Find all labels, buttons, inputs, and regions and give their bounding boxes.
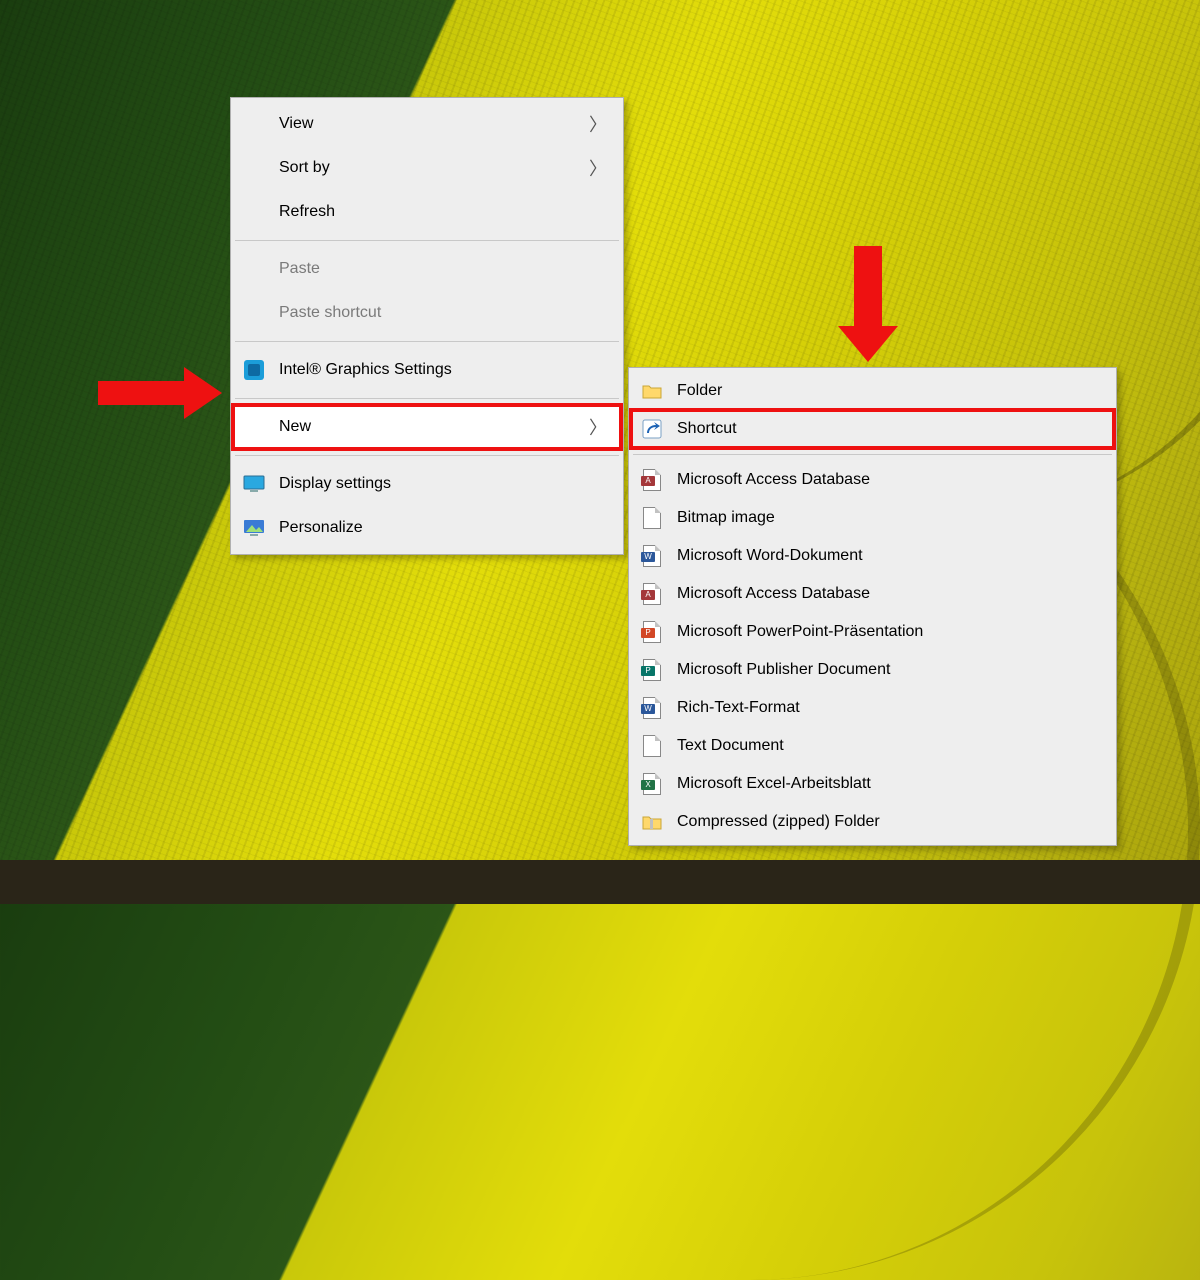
desktop-context-menu: View 〉 Sort by 〉 Refresh Paste Paste sho… [230, 97, 624, 555]
submenu-item-text[interactable]: Text Document [631, 727, 1114, 765]
menu-separator [235, 455, 619, 456]
menu-item-intel-graphics[interactable]: Intel® Graphics Settings [233, 348, 621, 392]
intel-graphics-icon [243, 359, 265, 381]
menu-item-label: Paste [279, 260, 320, 278]
submenu-item-word[interactable]: W Microsoft Word-Dokument [631, 537, 1114, 575]
menu-item-display-settings[interactable]: Display settings [233, 462, 621, 506]
menu-item-label: New [279, 418, 311, 436]
powerpoint-file-icon: P [643, 621, 661, 643]
menu-item-label: Shortcut [677, 420, 737, 438]
menu-separator [633, 454, 1112, 455]
submenu-item-shortcut[interactable]: Shortcut [631, 410, 1114, 448]
chevron-right-icon: 〉 [589, 155, 607, 181]
menu-item-label: Sort by [279, 159, 330, 177]
menu-item-personalize[interactable]: Personalize [233, 506, 621, 550]
annotation-arrow-right [98, 367, 228, 419]
chevron-right-icon: 〉 [589, 414, 607, 440]
new-submenu: Folder Shortcut A Microsoft Access Datab… [628, 367, 1117, 846]
menu-item-label: Microsoft PowerPoint-Präsentation [677, 623, 923, 641]
menu-item-refresh[interactable]: Refresh [233, 190, 621, 234]
submenu-item-folder[interactable]: Folder [631, 372, 1114, 410]
menu-item-paste: Paste [233, 247, 621, 291]
menu-item-paste-shortcut: Paste shortcut [233, 291, 621, 335]
monitor-icon [243, 473, 265, 495]
submenu-item-powerpoint[interactable]: P Microsoft PowerPoint-Präsentation [631, 613, 1114, 651]
menu-item-label: Intel® Graphics Settings [279, 361, 452, 379]
shortcut-icon [641, 418, 663, 440]
menu-item-label: Refresh [279, 203, 335, 221]
menu-item-label: Bitmap image [677, 509, 775, 527]
submenu-item-access-db-2[interactable]: A Microsoft Access Database [631, 575, 1114, 613]
menu-item-label: Display settings [279, 475, 391, 493]
menu-item-label: Microsoft Publisher Document [677, 661, 890, 679]
folder-icon [641, 380, 663, 402]
submenu-item-access-db[interactable]: A Microsoft Access Database [631, 461, 1114, 499]
access-file-icon: A [643, 583, 661, 605]
menu-item-label: Paste shortcut [279, 304, 381, 322]
zip-folder-icon [641, 811, 663, 833]
menu-item-label: View [279, 115, 313, 133]
menu-item-label: Microsoft Word-Dokument [677, 547, 863, 565]
word-file-icon: W [643, 545, 661, 567]
submenu-item-rtf[interactable]: W Rich-Text-Format [631, 689, 1114, 727]
access-file-icon: A [643, 469, 661, 491]
bitmap-file-icon [643, 507, 661, 529]
taskbar[interactable] [0, 860, 1200, 904]
menu-item-label: Compressed (zipped) Folder [677, 813, 880, 831]
menu-item-new[interactable]: New 〉 [233, 405, 621, 449]
excel-file-icon: X [643, 773, 661, 795]
submenu-item-publisher[interactable]: P Microsoft Publisher Document [631, 651, 1114, 689]
menu-item-view[interactable]: View 〉 [233, 102, 621, 146]
personalize-icon [243, 517, 265, 539]
submenu-item-excel[interactable]: X Microsoft Excel-Arbeitsblatt [631, 765, 1114, 803]
menu-item-label: Microsoft Access Database [677, 471, 870, 489]
submenu-item-zip[interactable]: Compressed (zipped) Folder [631, 803, 1114, 841]
menu-separator [235, 341, 619, 342]
menu-item-sort-by[interactable]: Sort by 〉 [233, 146, 621, 190]
menu-item-label: Text Document [677, 737, 784, 755]
menu-item-label: Microsoft Excel-Arbeitsblatt [677, 775, 871, 793]
menu-item-label: Folder [677, 382, 722, 400]
submenu-item-bitmap[interactable]: Bitmap image [631, 499, 1114, 537]
annotation-arrow-down [838, 246, 898, 366]
rtf-file-icon: W [643, 697, 661, 719]
menu-separator [235, 240, 619, 241]
text-file-icon [643, 735, 661, 757]
publisher-file-icon: P [643, 659, 661, 681]
menu-item-label: Microsoft Access Database [677, 585, 870, 603]
chevron-right-icon: 〉 [589, 111, 607, 137]
menu-separator [235, 398, 619, 399]
menu-item-label: Personalize [279, 519, 363, 537]
menu-item-label: Rich-Text-Format [677, 699, 800, 717]
